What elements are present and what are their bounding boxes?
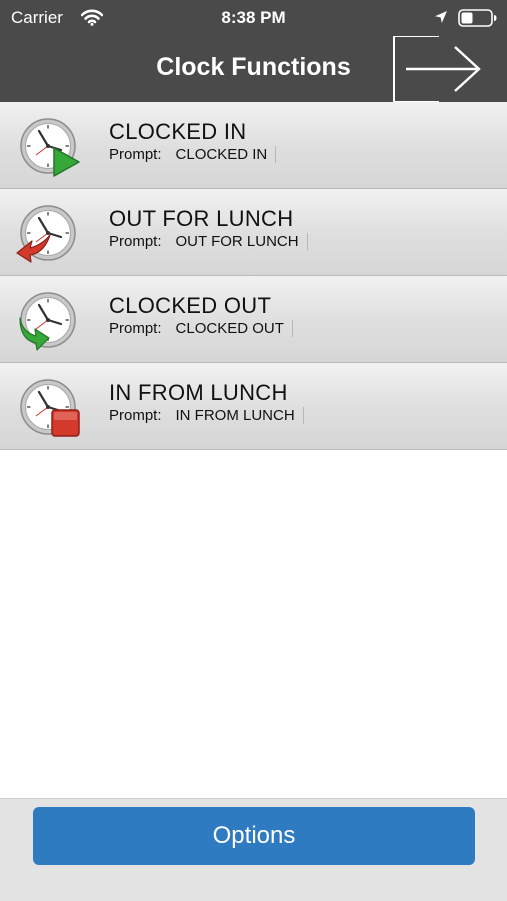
row-prompt: Prompt: IN FROM LUNCH (109, 407, 304, 424)
list-item-clocked-out[interactable]: CLOCKED OUT Prompt: CLOCKED OUT (0, 276, 507, 363)
in-from-lunch-icon (20, 379, 80, 437)
prompt-label: Prompt: (109, 407, 162, 424)
list-item-out-for-lunch[interactable]: OUT FOR LUNCH Prompt: OUT FOR LUNCH (0, 189, 507, 276)
prompt-value: CLOCKED IN (176, 146, 277, 163)
clock-out-icon (19, 292, 76, 351)
list-item-in-from-lunch[interactable]: IN FROM LUNCH Prompt: IN FROM LUNCH (0, 363, 507, 450)
prompt-value: OUT FOR LUNCH (176, 233, 308, 250)
row-title: IN FROM LUNCH (109, 380, 288, 405)
status-bar: Carrier 8:38 PM (0, 0, 507, 36)
footer-bar: Options (0, 798, 507, 901)
prompt-value: IN FROM LUNCH (176, 407, 304, 424)
row-title: OUT FOR LUNCH (109, 206, 294, 231)
row-prompt: Prompt: OUT FOR LUNCH (109, 233, 308, 250)
battery-icon (458, 9, 497, 27)
prompt-label: Prompt: (109, 146, 162, 163)
row-prompt: Prompt: CLOCKED IN (109, 146, 277, 163)
row-prompt: Prompt: CLOCKED OUT (109, 320, 293, 337)
exit-arrow-icon (393, 35, 481, 103)
options-button[interactable]: Options (33, 807, 475, 865)
clock-in-icon (20, 118, 80, 177)
row-title: CLOCKED OUT (109, 293, 272, 318)
prompt-label: Prompt: (109, 320, 162, 337)
out-for-lunch-icon (16, 205, 76, 263)
prompt-label: Prompt: (109, 233, 162, 250)
prompt-value: CLOCKED OUT (176, 320, 293, 337)
row-title: CLOCKED IN (109, 119, 247, 144)
nav-bar: Clock Functions (0, 35, 507, 103)
list-item-clocked-in[interactable]: CLOCKED IN Prompt: CLOCKED IN (0, 102, 507, 189)
clock-time: 8:38 PM (221, 8, 286, 27)
location-arrow-icon (435, 11, 447, 23)
exit-button[interactable] (393, 35, 485, 103)
clock-functions-list: CLOCKED IN Prompt: CLOCKED IN OUT FOR LUN… (0, 102, 507, 450)
